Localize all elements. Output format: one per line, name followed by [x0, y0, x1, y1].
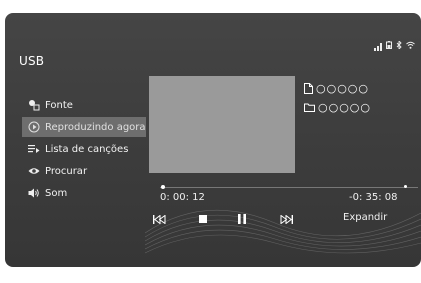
menu-item-song-list[interactable]: Lista de canções: [22, 139, 146, 159]
pause-button[interactable]: [237, 212, 247, 226]
skip-back-icon: [152, 214, 165, 224]
eye-icon: [28, 165, 40, 177]
skip-forward-icon: [280, 214, 293, 224]
seek-bar[interactable]: [160, 185, 418, 189]
track-info: ○○○○○ ○○○○○: [304, 80, 371, 118]
seek-track: [160, 187, 418, 188]
menu-item-label: Reproduzindo agora: [45, 121, 146, 133]
file-name: ○○○○○: [316, 81, 369, 95]
status-bar: [374, 39, 415, 51]
folder-row: ○○○○○: [304, 99, 371, 115]
menu-item-label: Lista de canções: [45, 143, 129, 155]
head-unit-screen: USB Fonte Reproduzindo agora Lista de ca…: [0, 0, 421, 283]
source-title: USB: [19, 54, 45, 68]
elapsed-time: 0: 00: 12: [160, 192, 205, 203]
album-art: [149, 76, 295, 173]
file-row: ○○○○○: [304, 80, 371, 96]
next-track-button[interactable]: [279, 212, 293, 226]
menu-item-browse[interactable]: Procurar: [22, 161, 146, 181]
side-menu: Fonte Reproduzindo agora Lista de cançõe…: [22, 95, 146, 205]
menu-item-source[interactable]: Fonte: [22, 95, 146, 115]
menu-item-sound[interactable]: Som: [22, 183, 146, 203]
menu-item-label: Som: [45, 187, 68, 199]
remaining-time: -0: 35: 08: [349, 192, 398, 203]
bluetooth-icon: [396, 39, 402, 51]
battery-icon: [386, 41, 392, 51]
file-icon: [304, 82, 313, 94]
seek-end-marker: [404, 185, 407, 188]
menu-item-label: Fonte: [45, 99, 73, 111]
play-circle-icon: [28, 121, 40, 133]
menu-item-now-playing[interactable]: Reproduzindo agora: [22, 117, 146, 137]
stop-icon: [199, 215, 207, 223]
expand-button[interactable]: Expandir: [343, 212, 387, 223]
folder-icon: [304, 103, 315, 112]
signal-icon: [374, 43, 382, 51]
speaker-icon: [28, 187, 40, 199]
playlist-icon: [28, 143, 40, 155]
previous-track-button[interactable]: [152, 212, 166, 226]
folder-name: ○○○○○: [318, 100, 371, 114]
wifi-icon: [406, 41, 415, 51]
menu-item-label: Procurar: [45, 165, 88, 177]
seek-handle[interactable]: [161, 185, 165, 189]
source-icon: [28, 99, 40, 111]
pause-icon: [238, 214, 246, 224]
stop-button[interactable]: [198, 212, 208, 226]
